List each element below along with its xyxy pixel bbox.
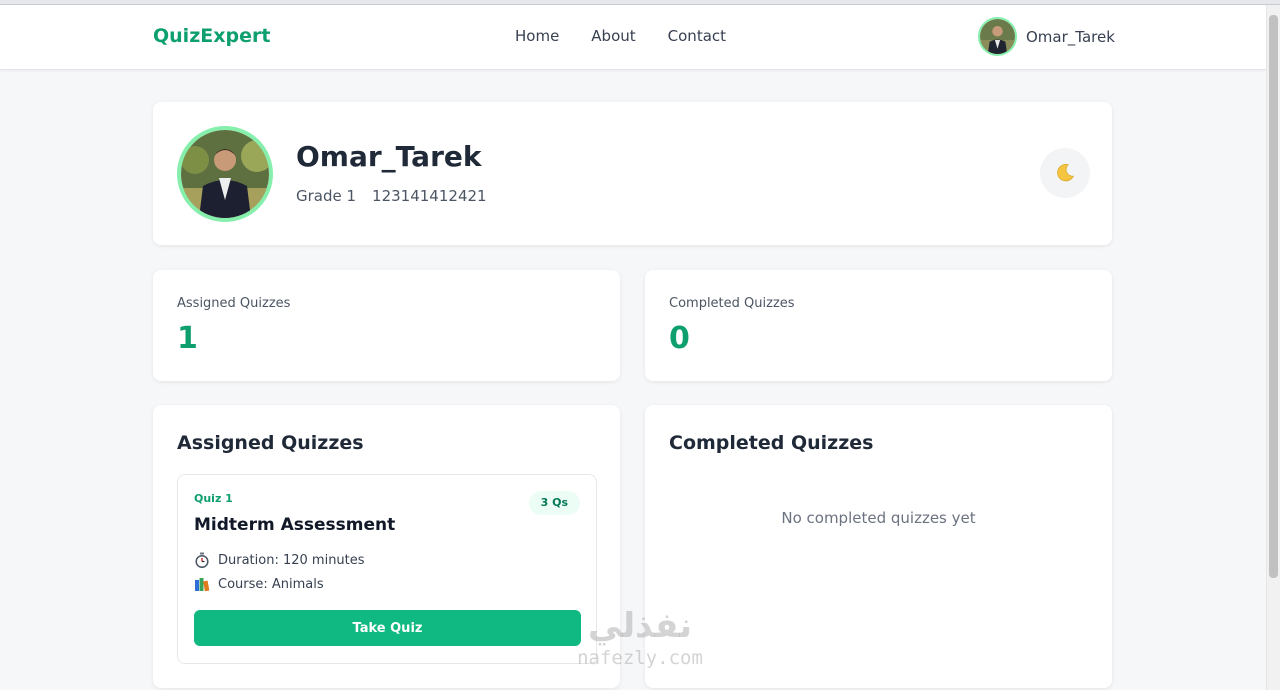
- quiz-course-text: Course: Animals: [218, 576, 324, 592]
- completed-quizzes-title: Completed Quizzes: [669, 432, 874, 454]
- nav-link-contact[interactable]: Contact: [668, 27, 726, 45]
- question-count-badge: 3 Qs: [528, 491, 580, 515]
- avatar: [978, 17, 1017, 56]
- books-icon: [195, 578, 210, 592]
- quiz-duration: Duration: 120 minutes: [194, 552, 365, 568]
- assigned-count-card: Assigned Quizzes 1: [153, 270, 620, 381]
- profile-id: 123141412421: [372, 187, 487, 205]
- completed-count-label: Completed Quizzes: [669, 296, 795, 311]
- assigned-count-label: Assigned Quizzes: [177, 296, 291, 311]
- completed-quizzes-panel: Completed Quizzes No completed quizzes y…: [645, 405, 1112, 688]
- navbar: QuizExpert Home About Contact Omar_Tarek: [0, 5, 1266, 70]
- assigned-count-value: 1: [177, 321, 198, 356]
- stopwatch-icon: [195, 552, 209, 568]
- quiz-title: Midterm Assessment: [194, 515, 396, 535]
- profile-name: Omar_Tarek: [296, 140, 482, 173]
- empty-state-message: No completed quizzes yet: [781, 509, 976, 527]
- quiz-code: Quiz 1: [194, 492, 233, 505]
- quiz-duration-text: Duration: 120 minutes: [218, 552, 365, 568]
- assigned-quizzes-panel: Assigned Quizzes Quiz 1 3 Qs Midterm Ass…: [153, 405, 620, 688]
- quiz-course: Course: Animals: [194, 576, 324, 592]
- profile-avatar: [177, 126, 273, 222]
- theme-toggle-button[interactable]: [1040, 148, 1090, 198]
- brand-logo[interactable]: QuizExpert: [153, 25, 270, 47]
- completed-count-card: Completed Quizzes 0: [645, 270, 1112, 381]
- profile-card: Omar_Tarek Grade 1 123141412421: [153, 102, 1112, 245]
- assigned-quizzes-title: Assigned Quizzes: [177, 432, 364, 454]
- user-menu[interactable]: Omar_Tarek: [978, 17, 1115, 56]
- completed-count-value: 0: [669, 321, 690, 356]
- profile-meta: Grade 1 123141412421: [296, 187, 487, 205]
- scrollbar[interactable]: [1266, 5, 1280, 690]
- nav-links: Home About Contact: [515, 27, 726, 45]
- quiz-card: Quiz 1 3 Qs Midterm Assessment Duration:…: [177, 474, 597, 664]
- moon-icon: [1057, 164, 1074, 182]
- scrollbar-thumb[interactable]: [1269, 15, 1278, 578]
- take-quiz-button[interactable]: Take Quiz: [194, 610, 581, 646]
- profile-grade: Grade 1: [296, 187, 357, 205]
- nav-link-home[interactable]: Home: [515, 27, 559, 45]
- nav-username: Omar_Tarek: [1026, 27, 1115, 46]
- nav-link-about[interactable]: About: [591, 27, 635, 45]
